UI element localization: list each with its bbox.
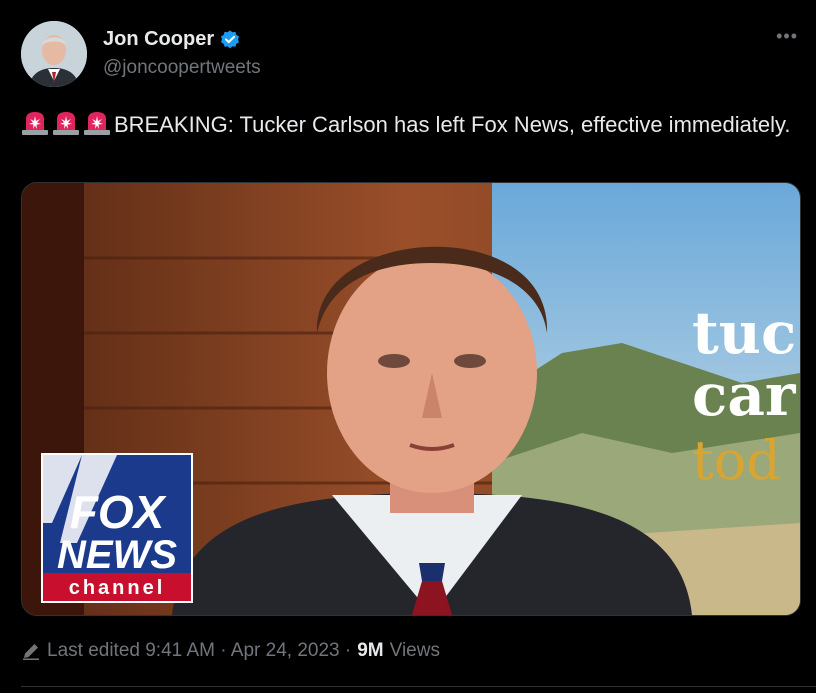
backdrop-text-1: tuc (692, 299, 796, 367)
police-light-icon (53, 112, 79, 135)
pencil-icon (23, 644, 39, 660)
fox-logo-line1: FOX (70, 486, 167, 538)
police-light-icon (84, 112, 110, 135)
views-label: Views (389, 640, 440, 661)
police-light-icon (22, 112, 48, 135)
tweet-text-container: BREAKING: Tucker Carlson has left Fox Ne… (21, 110, 791, 139)
fox-logo-line3: channel (69, 577, 166, 599)
views-count: 9M (357, 640, 384, 661)
verified-badge-icon (221, 29, 240, 48)
tweet-text: BREAKING: Tucker Carlson has left Fox Ne… (114, 112, 791, 137)
divider (21, 686, 816, 687)
author-handle[interactable]: @joncoopertweets (103, 57, 261, 79)
edited-timestamp[interactable]: Last edited 9:41 AM · Apr 24, 2023 · (47, 640, 351, 662)
backdrop-text-3: tod (692, 429, 781, 492)
author-name-row[interactable]: Jon Cooper (103, 28, 241, 51)
tweet-meta: Last edited 9:41 AM · Apr 24, 2023 · 9M … (21, 640, 440, 662)
avatar[interactable] (21, 21, 87, 87)
media-image: tuc car tod FOX NEWS channel (22, 183, 800, 615)
backdrop-text-2: car (692, 361, 797, 429)
fox-logo-line2: NEWS (57, 533, 177, 577)
author-name[interactable]: Jon Cooper (103, 28, 214, 51)
more-icon[interactable]: ••• (776, 26, 798, 47)
tweet-media[interactable]: tuc car tod FOX NEWS channel (21, 182, 801, 616)
